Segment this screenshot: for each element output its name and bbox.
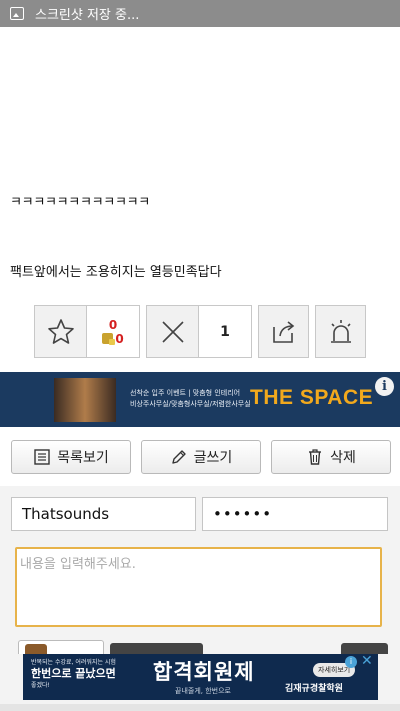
list-button-label: 목록보기 xyxy=(57,450,109,466)
ad-photo xyxy=(54,378,116,422)
ad-bottom-small: 반복되는 수강료, 어려워지는 시험 xyxy=(31,659,116,666)
report-button[interactable] xyxy=(315,305,366,358)
like-count: 0 xyxy=(108,317,118,332)
ad-bottom-sub: 끝내줄게, 한번으로 xyxy=(175,687,231,695)
star-icon xyxy=(47,318,74,344)
delete-button[interactable]: 삭제 xyxy=(271,440,391,474)
write-button-label: 글쓰기 xyxy=(193,450,233,466)
bookmark-count: 0 xyxy=(115,331,124,346)
share-button[interactable] xyxy=(258,305,309,358)
status-bar: 스크린샷 저장 중... xyxy=(0,0,400,27)
ad-bottom-big: 한번으로 끝났으면 xyxy=(31,667,116,680)
content-textarea[interactable]: 내용을 입력해주세요. xyxy=(15,547,382,627)
image-attach-button[interactable] xyxy=(110,643,203,654)
dislike-count: 1 xyxy=(220,323,230,340)
ad-banner-bottom[interactable]: 반복되는 수강료, 어려워지는 시험 한번으로 끝났으면 좋겠다! 합격회원제 … xyxy=(23,654,378,700)
image-icon xyxy=(10,7,24,20)
list-icon xyxy=(34,449,50,465)
list-button[interactable]: 목록보기 xyxy=(11,440,131,474)
password-field[interactable]: •••••• xyxy=(202,497,388,531)
toolbar: 목록보기 글쓰기 삭제 xyxy=(11,440,391,474)
name-field[interactable]: Thatsounds xyxy=(11,497,196,531)
dislike-count-box: 1 xyxy=(199,305,252,358)
ad-text-line-1: 선착순 입주 이벤트 | 맞춤형 인테리어 xyxy=(130,389,241,397)
submit-button[interactable] xyxy=(341,643,388,654)
ad-brand: THE SPACE xyxy=(250,386,374,409)
ad-bottom-school: 김재규경찰학원 xyxy=(285,684,343,694)
share-icon xyxy=(272,320,294,343)
action-bar: 0 0 1 xyxy=(34,305,366,358)
post-line-1: ㅋㅋㅋㅋㅋㅋㅋㅋㅋㅋㅋㅋ xyxy=(10,195,150,210)
emoticon-button[interactable] xyxy=(18,640,104,655)
delete-button-label: 삭제 xyxy=(330,450,356,466)
ad-close-icon[interactable]: ✕ xyxy=(361,654,373,669)
like-counts: 0 0 xyxy=(87,305,140,358)
bottom-strip xyxy=(0,704,400,711)
bookmark-icon xyxy=(102,333,116,345)
ad-text-line-2: 비상주사무실/맞춤형사무실/저렴한사무실 xyxy=(130,400,251,408)
ad-bottom-small2: 좋겠다! xyxy=(31,682,50,689)
status-text: 스크린샷 저장 중... xyxy=(35,8,140,23)
post-line-2: 팩트앞에서는 조용히지는 열등민족답다 xyxy=(10,265,222,280)
ad-info-icon[interactable]: i xyxy=(345,656,357,668)
ad-bottom-headline: 합격회원제 xyxy=(153,660,255,684)
ad-text: 선착순 입주 이벤트 | 맞춤형 인테리어 비상주사무실/맞춤형사무실/저렴한사… xyxy=(130,388,251,410)
write-button[interactable]: 글쓰기 xyxy=(141,440,261,474)
like-button[interactable] xyxy=(34,305,87,358)
pencil-icon xyxy=(171,450,186,464)
trash-icon xyxy=(309,449,322,465)
dislike-button[interactable] xyxy=(146,305,199,358)
siren-icon xyxy=(330,319,351,343)
ad-bottom-left: 반복되는 수강료, 어려워지는 시험 한번으로 끝났으면 좋겠다! xyxy=(31,658,116,690)
ad-banner-top[interactable]: 선착순 입주 이벤트 | 맞춤형 인테리어 비상주사무실/맞춤형사무실/저렴한사… xyxy=(0,372,400,427)
close-icon xyxy=(161,320,184,343)
info-icon[interactable]: i xyxy=(375,377,394,396)
